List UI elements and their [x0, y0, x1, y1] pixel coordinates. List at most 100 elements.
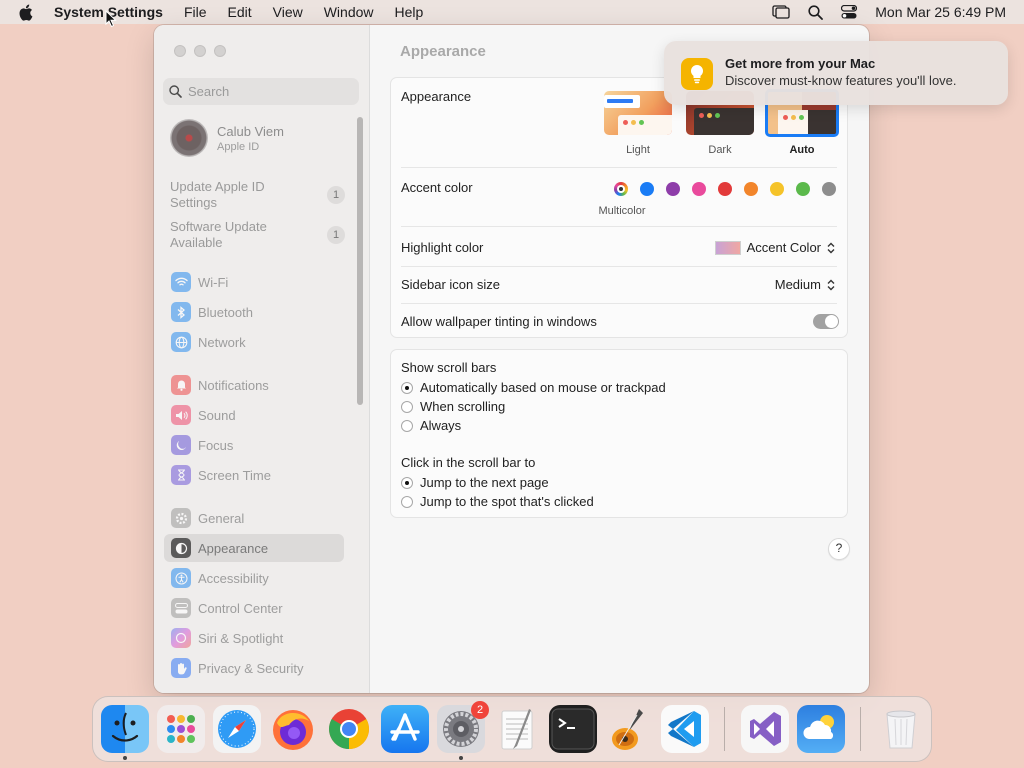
radio-button[interactable] — [401, 476, 413, 489]
dock-vscode-icon[interactable] — [661, 705, 709, 753]
sidebar-item-network[interactable]: Network — [164, 328, 344, 356]
radio-button[interactable] — [401, 495, 413, 508]
sidebar: Search Calub Viem Apple ID Update Apple … — [154, 25, 370, 693]
accent-swatch-graphite[interactable] — [822, 182, 836, 196]
spotlight-search-icon[interactable] — [808, 4, 824, 20]
sidebar-item-label: Screen Time — [198, 467, 271, 483]
dock-weather-icon[interactable] — [797, 705, 845, 753]
sidebar-item-label: General — [198, 510, 245, 526]
dock-textedit-icon[interactable] — [493, 705, 541, 753]
siri-icon — [171, 628, 191, 648]
dock-launchpad-icon[interactable] — [157, 705, 205, 753]
sidebar-item-bluetooth[interactable]: Bluetooth — [164, 298, 344, 326]
menu-edit[interactable]: Edit — [228, 4, 252, 20]
dock-trash-icon[interactable] — [877, 705, 925, 753]
notice-software-update[interactable]: Software Update Available 1 — [170, 219, 345, 251]
sidebar-item-screen-time[interactable]: Screen Time — [164, 461, 344, 489]
menu-file[interactable]: File — [184, 4, 207, 20]
dock-safari-icon[interactable] — [213, 705, 261, 753]
highlight-color-popup[interactable]: Accent Color — [714, 240, 835, 255]
dock-app-store-icon[interactable] — [381, 705, 429, 753]
sidebar-item-accessibility[interactable]: Accessibility — [164, 564, 344, 592]
globe-icon — [171, 332, 191, 352]
sidebar-item-focus[interactable]: Focus — [164, 431, 344, 459]
notice-update-apple-id[interactable]: Update Apple ID Settings 1 — [170, 179, 345, 211]
radio-scroll-when-scrolling[interactable]: When scrolling — [401, 399, 505, 414]
apple-menu-icon[interactable] — [18, 4, 36, 21]
sidebar-item-siri-spotlight[interactable]: Siri & Spotlight — [164, 624, 344, 652]
gear-icon — [171, 508, 191, 528]
dock-firefox-icon[interactable] — [269, 705, 317, 753]
accent-swatch-green[interactable] — [796, 182, 810, 196]
wallpaper-tinting-label: Allow wallpaper tinting in windows — [401, 314, 597, 329]
appearance-group: Appearance Light Dark Auto Accent color … — [390, 77, 848, 338]
divider — [401, 226, 837, 227]
sidebar-item-label: Accessibility — [198, 570, 269, 586]
mouse-cursor-icon — [105, 10, 117, 28]
running-indicator — [123, 756, 127, 760]
radio-button[interactable] — [401, 381, 413, 394]
radio-label: When scrolling — [420, 399, 506, 414]
radio-button[interactable] — [401, 400, 413, 413]
notification-banner[interactable]: Get more from your Mac Discover must-kno… — [664, 41, 1008, 105]
wallpaper-tinting-toggle[interactable] — [813, 314, 839, 329]
content-pane: Appearance Appearance Light Dark Auto Ac… — [370, 25, 869, 693]
hourglass-icon — [171, 465, 191, 485]
sidebar-item-privacy-security[interactable]: Privacy & Security — [164, 654, 344, 682]
screen-mirroring-icon[interactable] — [772, 5, 790, 19]
accent-color-swatches — [614, 182, 840, 198]
menu-clock[interactable]: Mon Mar 25 6:49 PM — [875, 4, 1006, 20]
lightbulb-icon — [681, 58, 713, 90]
speaker-icon — [171, 405, 191, 425]
dock: 2 — [92, 696, 932, 762]
accent-swatch-multicolor[interactable] — [614, 182, 628, 196]
radio-scroll-automatic[interactable]: Automatically based on mouse or trackpad — [401, 380, 666, 395]
close-button[interactable] — [174, 45, 186, 57]
dock-visual-studio-icon[interactable] — [741, 705, 789, 753]
menu-help[interactable]: Help — [395, 4, 424, 20]
sidebar-item-label: Wi-Fi — [198, 274, 229, 290]
minimize-button[interactable] — [194, 45, 206, 57]
dock-system-settings-icon[interactable]: 2 — [437, 701, 489, 753]
accent-swatch-yellow[interactable] — [770, 182, 784, 196]
appearance-option-light[interactable] — [604, 91, 672, 135]
search-input[interactable]: Search — [163, 78, 359, 105]
accent-swatch-pink[interactable] — [692, 182, 706, 196]
bell-icon — [171, 375, 191, 395]
sidebar-item-sound[interactable]: Sound — [164, 401, 344, 429]
dock-garageband-icon[interactable] — [605, 705, 653, 753]
accent-swatch-red[interactable] — [718, 182, 732, 196]
accent-color-label: Accent color — [401, 180, 473, 195]
accent-swatch-blue[interactable] — [640, 182, 654, 196]
help-button[interactable]: ? — [828, 538, 850, 560]
appearance-option-light-label: Light — [626, 144, 650, 156]
radio-jump-next-page[interactable]: Jump to the next page — [401, 475, 549, 490]
sidebar-icon-size-popup[interactable]: Medium — [775, 277, 835, 292]
zoom-button[interactable] — [214, 45, 226, 57]
moon-icon — [171, 435, 191, 455]
sidebar-scrollbar[interactable] — [357, 117, 363, 405]
accent-swatch-orange[interactable] — [744, 182, 758, 196]
accent-swatch-purple[interactable] — [666, 182, 680, 196]
sidebar-item-notifications[interactable]: Notifications — [164, 371, 344, 399]
sidebar-item-general[interactable]: General — [164, 504, 344, 532]
apple-id-profile[interactable]: Calub Viem Apple ID — [170, 119, 284, 157]
radio-scroll-always[interactable]: Always — [401, 418, 461, 433]
show-scroll-bars-label: Show scroll bars — [401, 360, 497, 375]
sidebar-item-control-center[interactable]: Control Center — [164, 594, 344, 622]
menu-view[interactable]: View — [273, 4, 303, 20]
highlight-color-label: Highlight color — [401, 240, 484, 255]
notice-label: Software Update Available — [170, 219, 267, 250]
dock-terminal-icon[interactable] — [549, 705, 597, 753]
chevron-updown-icon — [827, 242, 835, 253]
appearance-icon — [171, 538, 191, 558]
dock-chrome-icon[interactable] — [325, 705, 373, 753]
control-center-icon[interactable] — [841, 5, 858, 19]
sidebar-item-wifi[interactable]: Wi-Fi — [164, 268, 344, 296]
menu-window[interactable]: Window — [324, 4, 374, 20]
notification-badge: 2 — [471, 701, 489, 719]
sidebar-item-appearance[interactable]: Appearance — [164, 534, 344, 562]
radio-button[interactable] — [401, 419, 413, 432]
radio-jump-spot-clicked[interactable]: Jump to the spot that's clicked — [401, 494, 594, 509]
dock-finder-icon[interactable] — [101, 705, 149, 753]
